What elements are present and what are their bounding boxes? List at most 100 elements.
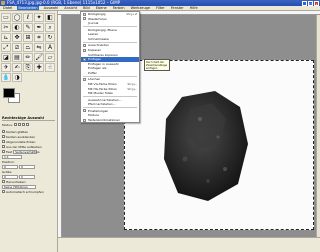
feather-checkbox[interactable] — [2, 135, 5, 138]
color-picker-tool-icon[interactable]: ✒ — [34, 23, 44, 32]
smudge-tool-icon[interactable]: ☝ — [45, 63, 55, 72]
menu-datei[interactable]: Datei — [2, 6, 13, 10]
vertical-ruler — [58, 15, 62, 237]
highlight-label: Hervorheben — [6, 179, 26, 184]
vertical-scrollbar[interactable] — [316, 15, 320, 237]
blur-tool-icon[interactable]: 💧 — [1, 73, 11, 82]
autoshrink-row[interactable]: Automatisch schrumpfen — [2, 189, 55, 194]
highlight-checkbox[interactable] — [2, 180, 5, 183]
feather-label: Kanten ausblenden — [6, 134, 35, 139]
rock-image — [164, 91, 248, 201]
menu-item[interactable]: Tastenkombinationen — [81, 118, 139, 123]
menu-item[interactable]: Schnellmaske — [81, 37, 139, 42]
menu-bearbeiten[interactable]: Bearbeiten — [17, 6, 39, 10]
text-tool-icon[interactable]: A — [45, 43, 55, 52]
menu-fenster[interactable]: Fenster — [170, 6, 185, 10]
foreground-color[interactable] — [3, 88, 15, 98]
eraser-tool-icon[interactable]: ▱ — [45, 53, 55, 62]
menu-item[interactable]: Pfad nachziehen... — [81, 102, 139, 107]
antialias-label: Kanten glätten — [6, 129, 29, 134]
menu-item[interactable]: Mit Muster füllen — [81, 91, 139, 96]
size-height-field[interactable]: 0 — [19, 174, 35, 179]
gimp-app-icon — [1, 1, 5, 5]
measure-tool-icon[interactable]: ⊾ — [1, 33, 11, 42]
antialias-checkbox[interactable] — [2, 130, 5, 133]
mode-subtract-icon[interactable] — [21, 123, 25, 126]
window-controls: _ □ x — [302, 0, 319, 6]
menu-filter[interactable]: Filter — [155, 6, 166, 10]
mode-intersect-icon[interactable] — [25, 123, 29, 126]
flip-tool-icon[interactable]: ⇋ — [34, 43, 44, 52]
menu-ebene[interactable]: Ebene — [95, 6, 108, 10]
scissors-tool-icon[interactable]: ✂ — [1, 23, 11, 32]
rotate-tool-icon[interactable]: ↻ — [45, 33, 55, 42]
clear-icon — [82, 78, 86, 82]
zoom-tool-icon[interactable]: ⌕ — [45, 23, 55, 32]
crop-tool-icon[interactable]: ⌗ — [34, 33, 44, 42]
color-swatches — [1, 86, 56, 112]
airbrush-tool-icon[interactable]: ✈ — [1, 63, 11, 72]
menu-farben[interactable]: Farben — [112, 6, 126, 10]
blend-tool-icon[interactable]: ▤ — [12, 53, 22, 62]
redo-icon — [82, 17, 86, 21]
menu-bild[interactable]: Bild — [82, 6, 91, 10]
fixed-select[interactable]: Seitenverhältnis — [13, 149, 40, 154]
color-select-tool-icon[interactable]: ◧ — [45, 13, 55, 22]
paths-tool-icon[interactable]: ✎ — [23, 23, 33, 32]
position-x-field[interactable]: 0 — [2, 164, 18, 169]
clone-tool-icon[interactable]: ⎘ — [23, 63, 33, 72]
ink-tool-icon[interactable]: ✍ — [12, 63, 22, 72]
image-photo[interactable] — [124, 60, 314, 230]
scale-tool-icon[interactable]: ⤢ — [1, 43, 11, 52]
lasso-tool-icon[interactable]: ℓ — [23, 13, 33, 22]
position-label: Position: — [2, 159, 15, 164]
paintbrush-tool-icon[interactable]: 🖌 — [34, 53, 44, 62]
rounded-checkbox[interactable] — [2, 140, 5, 143]
ellipse-select-tool-icon[interactable]: ◯ — [12, 13, 22, 22]
menu-ansicht[interactable]: Ansicht — [63, 6, 78, 10]
fuzzy-select-tool-icon[interactable]: ✦ — [34, 13, 44, 22]
move-tool-icon[interactable]: ✥ — [12, 33, 22, 42]
menu-hilfe[interactable]: Hilfe — [189, 6, 199, 10]
autoshrink-label: Automatisch schrumpfen — [6, 189, 44, 194]
minimize-button[interactable]: _ — [302, 0, 307, 6]
position-y-field[interactable]: 0 — [19, 164, 35, 169]
rect-select-tool-icon[interactable]: ▭ — [1, 13, 11, 22]
mode-add-icon[interactable] — [17, 123, 21, 126]
paste-tooltip: Der Inhalt der Zwischenablage einfügen — [144, 59, 170, 71]
autoshrink-checkbox[interactable] — [2, 190, 5, 193]
align-tool-icon[interactable]: ⊞ — [23, 33, 33, 42]
menu-werkzeuge[interactable]: Werkzeuge — [130, 6, 151, 10]
ratio-field[interactable]: 1:1 — [2, 154, 22, 159]
mode-label: Modus: — [2, 122, 13, 127]
size-width-field[interactable]: 0 — [2, 174, 18, 179]
heal-tool-icon[interactable]: ✚ — [34, 63, 44, 72]
expand-checkbox[interactable] — [2, 145, 5, 148]
close-button[interactable]: x — [314, 0, 319, 6]
cut-icon — [82, 44, 86, 48]
copy-icon — [82, 48, 86, 52]
shear-tool-icon[interactable]: ⧄ — [12, 43, 22, 52]
rounded-label: Abgerundete Ecken — [6, 139, 36, 144]
tool-grid: ▭ ◯ ℓ ✦ ◧ ✂ ◐ ✎ ✒ ⌕ ⊾ ✥ ⊞ ⌗ ↻ ⤢ ⧄ ⏢ ⇋ A … — [0, 11, 57, 84]
menu-auswahl[interactable]: Auswahl — [43, 6, 60, 10]
menu-item[interactable]: Puffer — [81, 71, 139, 76]
keyboard-icon — [82, 118, 86, 122]
status-bar — [58, 237, 320, 252]
bucket-fill-tool-icon[interactable]: ◪ — [1, 53, 11, 62]
edit-menu: Rückgängig Strg+Z Wiederholen Journal Rüc… — [80, 11, 140, 124]
expand-label: Aus der Mitte aufziehen — [6, 144, 42, 149]
mode-replace-icon[interactable] — [13, 123, 17, 126]
window-title: FSA_4713.jpg.jpg-0.0 (RGB, 1 Ebene) 1115… — [7, 0, 121, 5]
dodge-tool-icon[interactable]: ◑ — [12, 73, 22, 82]
size-label: Größe: — [2, 169, 13, 174]
fixed-checkbox[interactable] — [2, 150, 5, 153]
maximize-button[interactable]: □ — [308, 0, 313, 6]
foreground-select-tool-icon[interactable]: ◐ — [12, 23, 22, 32]
menu-item[interactable]: Journal — [81, 21, 139, 26]
tool-options-title: Rechteckige Auswahl — [2, 116, 55, 121]
perspective-tool-icon[interactable]: ⏢ — [23, 43, 33, 52]
undo-icon — [82, 12, 86, 16]
guides-select[interactable]: Keine Hilfslinien — [2, 184, 36, 189]
pencil-tool-icon[interactable]: ✏ — [23, 53, 33, 62]
